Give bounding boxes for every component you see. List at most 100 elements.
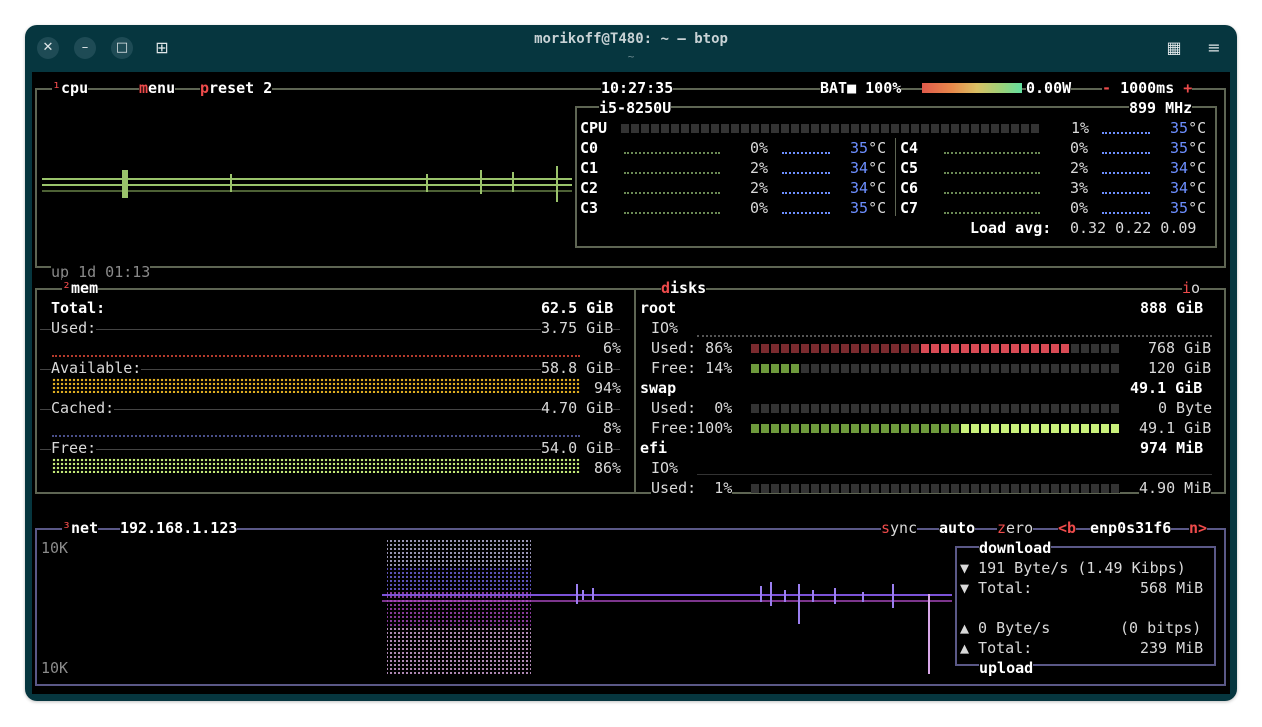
core-usage-graph [944, 210, 1040, 214]
core-usage-graph [624, 170, 720, 174]
disks-tab[interactable]: disks [661, 278, 707, 298]
core-percent: 0% [750, 198, 769, 218]
load-average-label: Load avg: [970, 218, 1052, 238]
cpu-total-percent: 1% [1071, 118, 1090, 138]
disk-root-used-value: 768 GiB [1148, 338, 1212, 358]
core-usage-graph [944, 150, 1040, 154]
net-download-total-label: ▼ Total: [960, 578, 1033, 598]
mem-cached-percent: 8% [603, 418, 622, 438]
disk-swap-name: swap [640, 378, 677, 398]
net-auto-toggle[interactable]: auto [939, 518, 976, 538]
core-percent: 0% [750, 138, 769, 158]
core-usage-graph [624, 210, 720, 214]
core-temp: 34°C [1170, 158, 1207, 178]
core-temp: 35°C [1170, 198, 1207, 218]
disk-efi-used-meter [751, 484, 1120, 493]
core-temp: 34°C [850, 158, 887, 178]
mem-used-rule [40, 327, 620, 330]
mem-free-rule [40, 447, 620, 450]
tab-overview-button[interactable]: ▦ [1164, 38, 1184, 58]
mem-cached-value: 4.70 GiB [541, 398, 614, 418]
mem-free-value: 54.0 GiB [541, 438, 614, 458]
btop-terminal: ¹cpu menu preset 2 10:27:35 BAT■ 100% 0.… [32, 72, 1230, 694]
window-subtitle: ~ [627, 50, 635, 63]
disk-swap-free-label: Free:100% [651, 418, 733, 438]
disk-efi-io-label: IO% [651, 458, 679, 478]
cpu-total-temp-graph [1102, 130, 1150, 134]
core-usage-graph [944, 190, 1040, 194]
core-temp-graph [782, 170, 830, 174]
net-tab[interactable]: ³net [62, 518, 99, 538]
core-temp: 34°C [850, 178, 887, 198]
disk-root-io-label: IO% [651, 318, 679, 338]
disk-swap-used-meter [751, 404, 1120, 413]
core-label: C2 [580, 178, 599, 198]
interval-control[interactable]: - 1000ms + [1102, 78, 1193, 98]
core-temp: 35°C [850, 198, 887, 218]
net-download-rate: ▼ 191 Byte/s (1.49 Kibps) [960, 558, 1186, 578]
mem-total-label: Total: [51, 298, 106, 318]
mem-available-label: Available: [51, 358, 142, 378]
disk-efi-used-value: 4.90 MiB [1139, 478, 1212, 498]
core-temp-graph [1102, 190, 1150, 194]
mem-free-graph [52, 458, 580, 473]
disk-efi-io-graph [697, 472, 1212, 475]
core-column-divider [895, 138, 896, 216]
core-label: C6 [900, 178, 919, 198]
mem-free-percent: 86% [594, 458, 622, 478]
core-usage-graph [624, 190, 720, 194]
net-prev-interface-button[interactable]: <b [1058, 518, 1077, 538]
core-percent: 2% [1070, 158, 1089, 178]
net-upload-rate-bits: (0 bitps) [1120, 618, 1202, 638]
mem-available-value: 58.8 GiB [541, 358, 614, 378]
disk-root-free-track [751, 364, 1120, 373]
net-upload-label: upload [979, 658, 1034, 678]
core-label: C5 [900, 158, 919, 178]
disk-efi-size: 974 MiB [1140, 438, 1204, 458]
mem-tab[interactable]: ²mem [62, 278, 99, 298]
io-toggle[interactable]: io [1182, 278, 1201, 298]
disk-root-name: root [640, 298, 677, 318]
clock: 10:27:35 [601, 78, 674, 98]
cpu-history-graph [42, 166, 572, 202]
cpu-total-label: CPU [580, 118, 608, 138]
hamburger-menu-icon: ≡ [1207, 38, 1221, 57]
core-usage-graph [944, 170, 1040, 174]
cpu-total-meter [621, 124, 1041, 133]
disk-swap-free-value: 49.1 GiB [1139, 418, 1212, 438]
interval-increase[interactable]: + [1183, 79, 1192, 97]
disk-root-io-graph [697, 333, 1212, 337]
net-next-interface-button[interactable]: n> [1189, 518, 1208, 538]
net-interface-name: enp0s31f6 [1090, 518, 1172, 538]
core-percent: 2% [750, 178, 769, 198]
disk-root-free-label: Free: 14% [651, 358, 733, 378]
core-temp-graph [1102, 150, 1150, 154]
mem-used-graph [52, 353, 580, 357]
main-menu-button[interactable]: ≡ [1204, 38, 1224, 58]
mem-used-label: Used: [51, 318, 97, 338]
disk-root-used-label: Used: 86% [651, 338, 733, 358]
disk-swap-size: 49.1 GiB [1130, 378, 1203, 398]
battery-meter [922, 83, 1022, 93]
load-average-values: 0.32 0.22 0.09 [1070, 218, 1197, 238]
net-sync-toggle[interactable]: sync [881, 518, 918, 538]
mem-available-percent: 94% [594, 378, 622, 398]
core-temp-graph [782, 150, 830, 154]
cpu-total-temp: 35°C [1170, 118, 1207, 138]
mem-available-graph [52, 378, 580, 393]
preset-button[interactable]: preset 2 [200, 78, 273, 98]
mem-cached-graph [52, 433, 580, 437]
core-temp-graph [782, 210, 830, 214]
interval-decrease[interactable]: - [1102, 79, 1111, 97]
net-upload-total: 239 MiB [1140, 638, 1204, 658]
core-percent: 2% [750, 158, 769, 178]
core-temp-graph [782, 190, 830, 194]
core-percent: 3% [1070, 178, 1089, 198]
menu-button[interactable]: menu [139, 78, 176, 98]
terminal-window: ✕ – □ ⊞ morikoff@T480: ~ — btop ~ ▦ ≡ ¹c… [25, 25, 1237, 701]
net-ip-address: 192.168.1.123 [120, 518, 238, 538]
net-zero-button[interactable]: zero [997, 518, 1034, 538]
mem-used-value: 3.75 GiB [541, 318, 614, 338]
core-label: C0 [580, 138, 599, 158]
cpu-tab[interactable]: ¹cpu [52, 78, 89, 98]
